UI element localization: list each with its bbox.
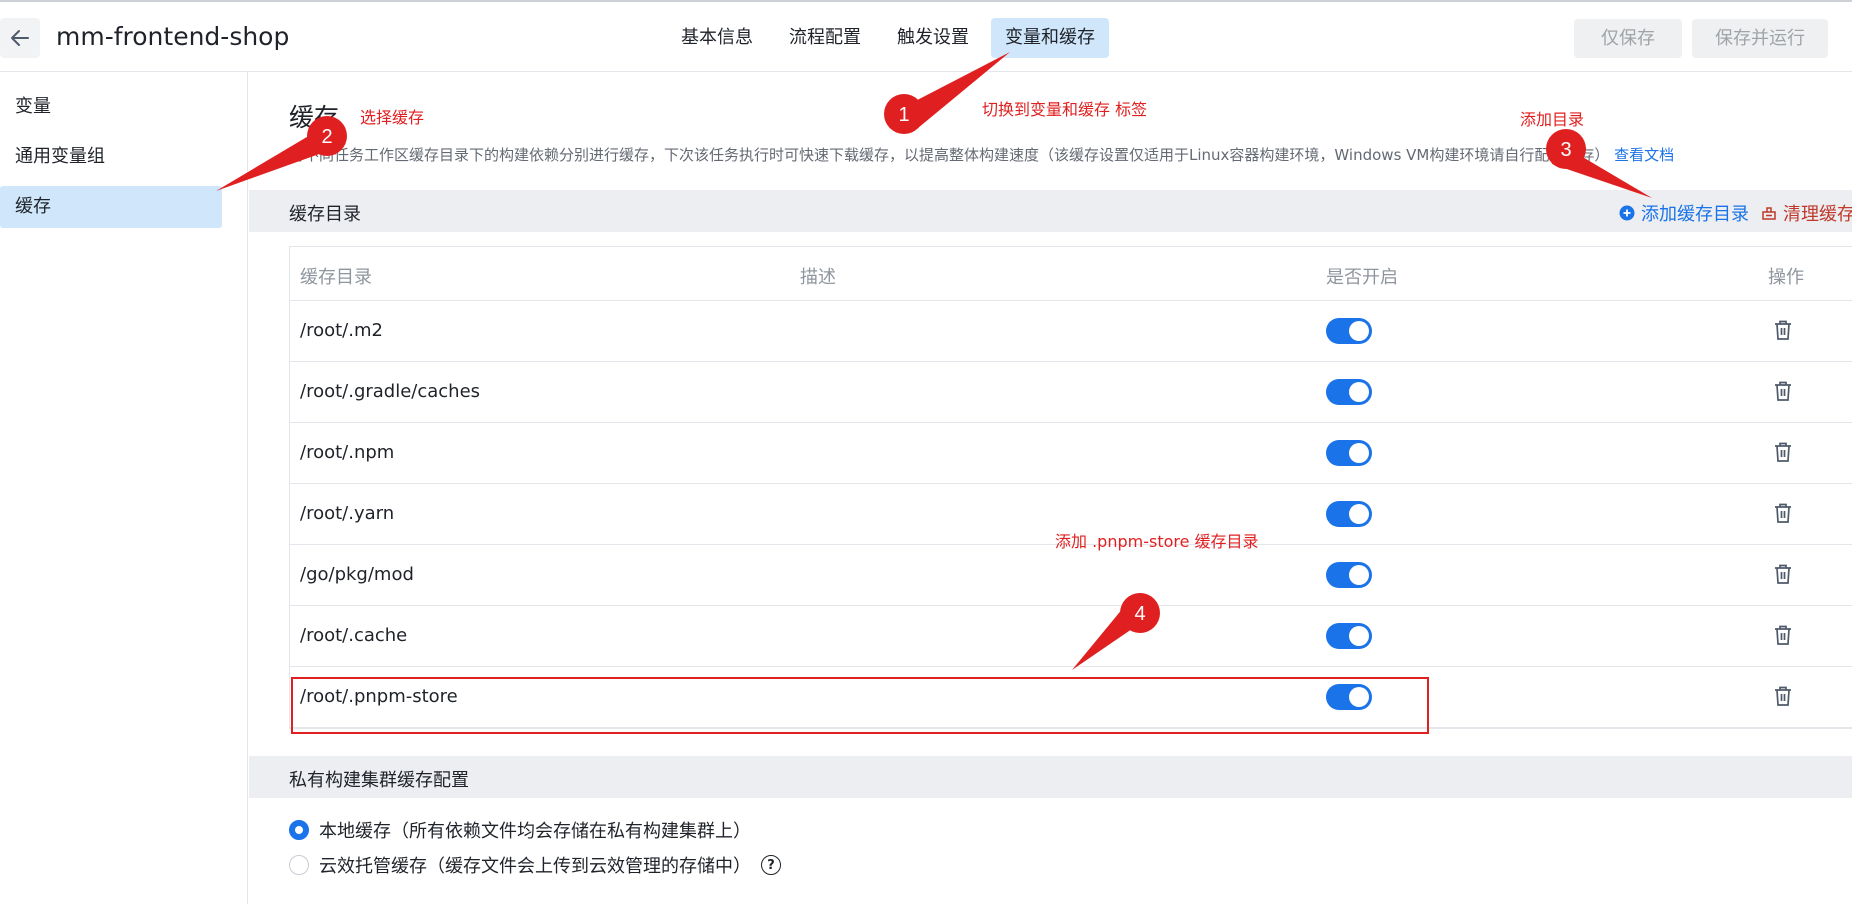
sidebar: 变量 通用变量组 缓存 [0,72,248,904]
table-row: /root/.pnpm-store [290,667,1852,728]
radio-button[interactable] [289,855,309,875]
radio-button-checked[interactable] [289,820,309,840]
trash-icon [1775,381,1791,401]
cache-dir-path: /root/.pnpm-store [300,686,458,707]
delete-row-button[interactable] [1773,380,1793,406]
table-row: /root/.npm [290,423,1852,484]
clear-cache-button[interactable]: 清理缓存 [1761,200,1852,226]
back-button[interactable] [0,18,40,58]
sidebar-item-variable-groups[interactable]: 通用变量组 [0,136,222,178]
col-description: 描述 [800,267,836,288]
page-description: 将不同任务工作区缓存目录下的构建依赖分别进行缓存，下次该任务执行时可快速下载缓存… [289,144,1674,165]
delete-row-button[interactable] [1773,563,1793,589]
sidebar-item-variables[interactable]: 变量 [0,86,222,128]
description-text: 将不同任务工作区缓存目录下的构建依赖分别进行缓存，下次该任务执行时可快速下载缓存… [289,146,1610,164]
table-row: /root/.m2 [290,301,1852,362]
toggle-knob [1349,443,1369,463]
cache-dir-path: /root/.npm [300,442,395,463]
enabled-toggle[interactable] [1326,623,1372,649]
cache-dir-path: /root/.cache [300,625,408,646]
cache-dir-path: /root/.yarn [300,503,395,524]
toggle-knob [1349,565,1369,585]
cache-section-title: 缓存目录 [289,204,361,225]
save-only-button[interactable]: 仅保存 [1574,19,1682,58]
trash-icon [1775,503,1791,523]
trash-icon [1775,625,1791,645]
add-cache-dir-button[interactable]: 添加缓存目录 [1619,200,1749,226]
main-content: 缓存 将不同任务工作区缓存目录下的构建依赖分别进行缓存，下次该任务执行时可快速下… [249,72,1852,904]
tab-variables-cache[interactable]: 变量和缓存 [991,18,1109,58]
radio-local-cache-label: 本地缓存（所有依赖文件均会存储在私有构建集群上） [319,821,751,842]
table-row: /go/pkg/mod [290,545,1852,606]
toggle-knob [1349,321,1369,341]
col-enabled: 是否开启 [1326,267,1398,288]
sidebar-item-cache[interactable]: 缓存 [0,186,222,228]
trash-icon [1775,564,1791,584]
broom-icon [1762,207,1776,220]
top-tabs: 基本信息 流程配置 触发设置 变量和缓存 [667,18,1109,58]
tab-trigger-settings[interactable]: 触发设置 [883,18,983,58]
private-cluster-section-header: 私有构建集群缓存配置 [249,756,1852,798]
toggle-knob [1349,626,1369,646]
enabled-toggle[interactable] [1326,318,1372,344]
delete-row-button[interactable] [1773,441,1793,467]
delete-row-button[interactable] [1773,319,1793,345]
table-row: /root/.yarn [290,484,1852,545]
cache-dir-path: /root/.gradle/caches [300,381,481,402]
trash-icon [1775,686,1791,706]
cache-dir-path: /root/.m2 [300,320,383,341]
clear-cache-label: 清理缓存 [1783,204,1852,225]
delete-row-button[interactable] [1773,624,1793,650]
toggle-knob [1349,687,1369,707]
enabled-toggle[interactable] [1326,684,1372,710]
enabled-toggle[interactable] [1326,440,1372,466]
cache-dir-path: /go/pkg/mod [300,564,414,585]
cache-table: 缓存目录 描述 是否开启 操作 /root/.m2 /root/.gradle/… [289,246,1852,729]
toggle-knob [1349,504,1369,524]
app-title: mm-frontend-shop [56,22,290,51]
radio-cloud-cache-label: 云效托管缓存（缓存文件会上传到云效管理的存储中） [319,856,751,877]
radio-cloud-cache[interactable]: 云效托管缓存（缓存文件会上传到云效管理的存储中） ? [289,852,781,878]
help-icon[interactable]: ? [761,855,781,875]
col-actions: 操作 [1768,267,1804,288]
enabled-toggle[interactable] [1326,379,1372,405]
radio-local-cache[interactable]: 本地缓存（所有依赖文件均会存储在私有构建集群上） [289,817,751,843]
table-row: /root/.gradle/caches [290,362,1852,423]
doc-link[interactable]: 查看文档 [1614,146,1674,164]
arrow-left-icon [11,30,29,46]
trash-icon [1775,320,1791,340]
trash-icon [1775,442,1791,462]
cache-section-header: 缓存目录 添加缓存目录 清理缓存 [249,190,1852,232]
col-cache-dir: 缓存目录 [300,267,372,288]
save-and-run-button[interactable]: 保存并运行 [1692,19,1828,58]
top-header: mm-frontend-shop 基本信息 流程配置 触发设置 变量和缓存 仅保… [0,0,1852,72]
table-header: 缓存目录 描述 是否开启 操作 [290,247,1852,301]
private-cluster-section-title: 私有构建集群缓存配置 [289,770,469,791]
add-cache-dir-label: 添加缓存目录 [1641,204,1749,225]
tab-basic-info[interactable]: 基本信息 [667,18,767,58]
plus-circle-icon [1619,205,1635,221]
table-row: /root/.cache [290,606,1852,667]
toggle-knob [1349,382,1369,402]
enabled-toggle[interactable] [1326,562,1372,588]
delete-row-button[interactable] [1773,685,1793,711]
tab-flow-config[interactable]: 流程配置 [775,18,875,58]
page-title: 缓存 [289,103,340,132]
enabled-toggle[interactable] [1326,501,1372,527]
delete-row-button[interactable] [1773,502,1793,528]
